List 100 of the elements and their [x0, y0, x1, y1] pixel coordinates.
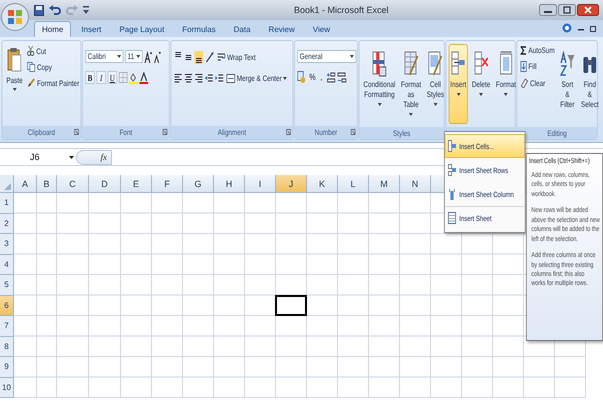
number-style-button[interactable]: % — [308, 72, 318, 82]
column-header[interactable]: F — [152, 175, 183, 193]
column-header[interactable]: J — [276, 175, 307, 193]
ribbon-button[interactable]: Cell Styles — [425, 44, 446, 124]
restore-icon[interactable] — [590, 24, 597, 32]
editing-button[interactable]: AutoSum — [520, 44, 556, 57]
row-header[interactable]: 5 — [0, 275, 14, 296]
name-box[interactable]: J6 — [0, 150, 76, 164]
row-header[interactable]: 9 — [0, 357, 14, 378]
column-header[interactable]: C — [57, 175, 89, 193]
clipboard-button[interactable]: Format Painter — [26, 76, 80, 90]
column-header[interactable]: H — [214, 175, 245, 193]
column-header[interactable]: A — [14, 175, 37, 193]
insert-rows-icon — [448, 164, 456, 176]
restore-icon[interactable] — [558, 4, 576, 16]
paintbrush-icon — [27, 78, 36, 88]
column-header[interactable]: D — [89, 175, 121, 193]
row-header[interactable]: 4 — [0, 254, 14, 275]
ribbon-button[interactable]: Format as Table — [399, 44, 423, 124]
column-header[interactable]: N — [400, 175, 431, 193]
ribbon-tab[interactable]: Review — [260, 21, 303, 37]
fill-color-icon[interactable] — [129, 72, 138, 84]
row-header[interactable]: 6 — [0, 296, 14, 316]
customize-icon[interactable] — [83, 6, 89, 14]
editing-button[interactable]: Sort & Filter — [558, 44, 577, 124]
ribbon-tab[interactable]: Insert — [73, 21, 110, 37]
grow-font-icon[interactable] — [144, 50, 152, 62]
number-style-button[interactable]: , — [318, 72, 324, 82]
clipboard-icon — [7, 47, 22, 73]
dialog-launcher-icon[interactable] — [74, 129, 79, 135]
caret-icon — [12, 88, 17, 91]
close-icon[interactable] — [577, 4, 599, 16]
number-format-field[interactable]: General — [297, 50, 356, 63]
bottom-align-icon[interactable] — [194, 50, 204, 64]
increase-indent-icon[interactable] — [215, 73, 224, 84]
cell-styles-icon — [428, 51, 443, 77]
font-style-button[interactable]: B — [85, 71, 95, 84]
column-header[interactable]: E — [121, 175, 152, 193]
dialog-launcher-icon[interactable] — [162, 129, 168, 135]
group-label: Number — [314, 128, 338, 137]
align-right-icon[interactable] — [194, 73, 204, 84]
row-header[interactable]: 3 — [0, 234, 14, 254]
fill-down-icon — [520, 61, 527, 72]
active-cell[interactable] — [275, 294, 307, 316]
caret-icon — [409, 113, 413, 116]
font-color-icon[interactable] — [139, 72, 148, 84]
insert-cells-icon — [451, 51, 466, 77]
font-size-field[interactable]: 11 — [125, 50, 143, 63]
increase-decimal-icon[interactable] — [326, 72, 336, 82]
ribbon-tab[interactable]: Home — [34, 21, 72, 37]
ribbon-tab[interactable]: Formulas — [174, 21, 224, 37]
borders-icon[interactable] — [118, 72, 128, 83]
row-header[interactable]: 10 — [0, 378, 14, 398]
dialog-launcher-icon[interactable] — [350, 129, 356, 135]
clipboard-button[interactable]: Copy — [26, 60, 80, 74]
merge-center-button[interactable]: Merge & Center — [226, 72, 288, 85]
format-cells-icon — [498, 51, 514, 77]
save-icon[interactable] — [34, 4, 44, 16]
editing-button[interactable]: Fill — [520, 59, 556, 74]
align-left-icon[interactable] — [174, 73, 183, 84]
editing-button[interactable]: Clear — [520, 76, 556, 90]
decrease-indent-icon[interactable] — [204, 73, 214, 84]
column-header[interactable]: I — [245, 175, 276, 193]
row-header[interactable]: 1 — [0, 193, 14, 214]
column-header[interactable]: B — [37, 175, 57, 193]
copy-icon — [27, 62, 36, 72]
column-header[interactable]: G — [183, 175, 214, 193]
shrink-font-icon[interactable] — [154, 50, 161, 62]
ribbon-button[interactable]: Delete — [470, 44, 492, 124]
column-header[interactable]: L — [338, 175, 369, 193]
caret-icon — [350, 55, 354, 58]
clipboard-button[interactable]: Cut — [26, 44, 80, 58]
caret-icon — [479, 93, 484, 96]
orientation-icon[interactable] — [204, 50, 216, 64]
ribbon-tab[interactable]: Data — [226, 21, 259, 37]
font-name-field[interactable]: Calibri — [85, 50, 124, 63]
column-header[interactable]: K — [307, 175, 338, 193]
paste-button[interactable]: Paste — [4, 44, 24, 94]
column-header[interactable]: M — [369, 175, 400, 193]
currency-icon[interactable] — [297, 71, 306, 83]
ribbon-tab[interactable]: Page Layout — [111, 21, 172, 37]
row-header[interactable]: 7 — [0, 316, 14, 336]
ribbon-button[interactable]: Insert — [448, 44, 468, 124]
caret-icon — [283, 77, 288, 80]
row-header[interactable]: 2 — [0, 214, 14, 234]
font-style-button[interactable]: U — [108, 71, 118, 84]
center-icon[interactable] — [184, 73, 193, 84]
dialog-launcher-icon[interactable] — [286, 129, 291, 135]
decrease-decimal-icon[interactable] — [336, 72, 346, 82]
font-style-button[interactable]: I — [96, 71, 106, 84]
wrap-text-button[interactable]: Wrap Text — [216, 50, 256, 64]
conditional-formatting-icon — [372, 51, 387, 77]
row-header[interactable]: 8 — [0, 336, 14, 357]
ribbon-tab[interactable]: View — [304, 21, 338, 37]
ribbon-button[interactable]: Conditional Formatting — [362, 44, 397, 124]
help-icon[interactable] — [562, 23, 572, 33]
minimize-icon[interactable] — [539, 4, 557, 16]
editing-button[interactable]: Find & Select — [579, 44, 600, 124]
insert-function-button[interactable]: fx — [76, 150, 112, 164]
undo-icon[interactable] — [49, 4, 61, 16]
